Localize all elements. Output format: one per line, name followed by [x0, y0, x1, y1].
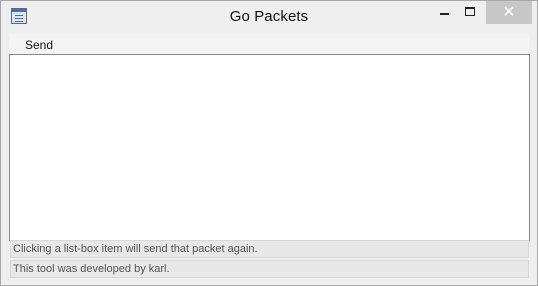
status-hint-text: Clicking a list-box item will send that …	[13, 243, 258, 255]
maximize-button[interactable]	[457, 1, 483, 24]
packet-list-box[interactable]	[9, 54, 530, 241]
title-bar[interactable]: Go Packets ✕	[1, 1, 537, 33]
status-bar-hint: Clicking a list-box item will send that …	[10, 240, 529, 258]
maximize-icon	[465, 7, 475, 16]
menu-item-send[interactable]: Send	[25, 38, 53, 52]
status-credit-text: This tool was developed by karl.	[13, 263, 170, 275]
menu-bar: Send	[9, 34, 529, 54]
close-icon: ✕	[502, 2, 516, 21]
minimize-icon	[440, 13, 449, 15]
minimize-button[interactable]	[431, 1, 457, 24]
close-button[interactable]: ✕	[486, 1, 532, 24]
status-bar-credit: This tool was developed by karl.	[10, 260, 529, 278]
main-window: Go Packets ✕ Send Clicking a list-box it…	[0, 0, 538, 286]
